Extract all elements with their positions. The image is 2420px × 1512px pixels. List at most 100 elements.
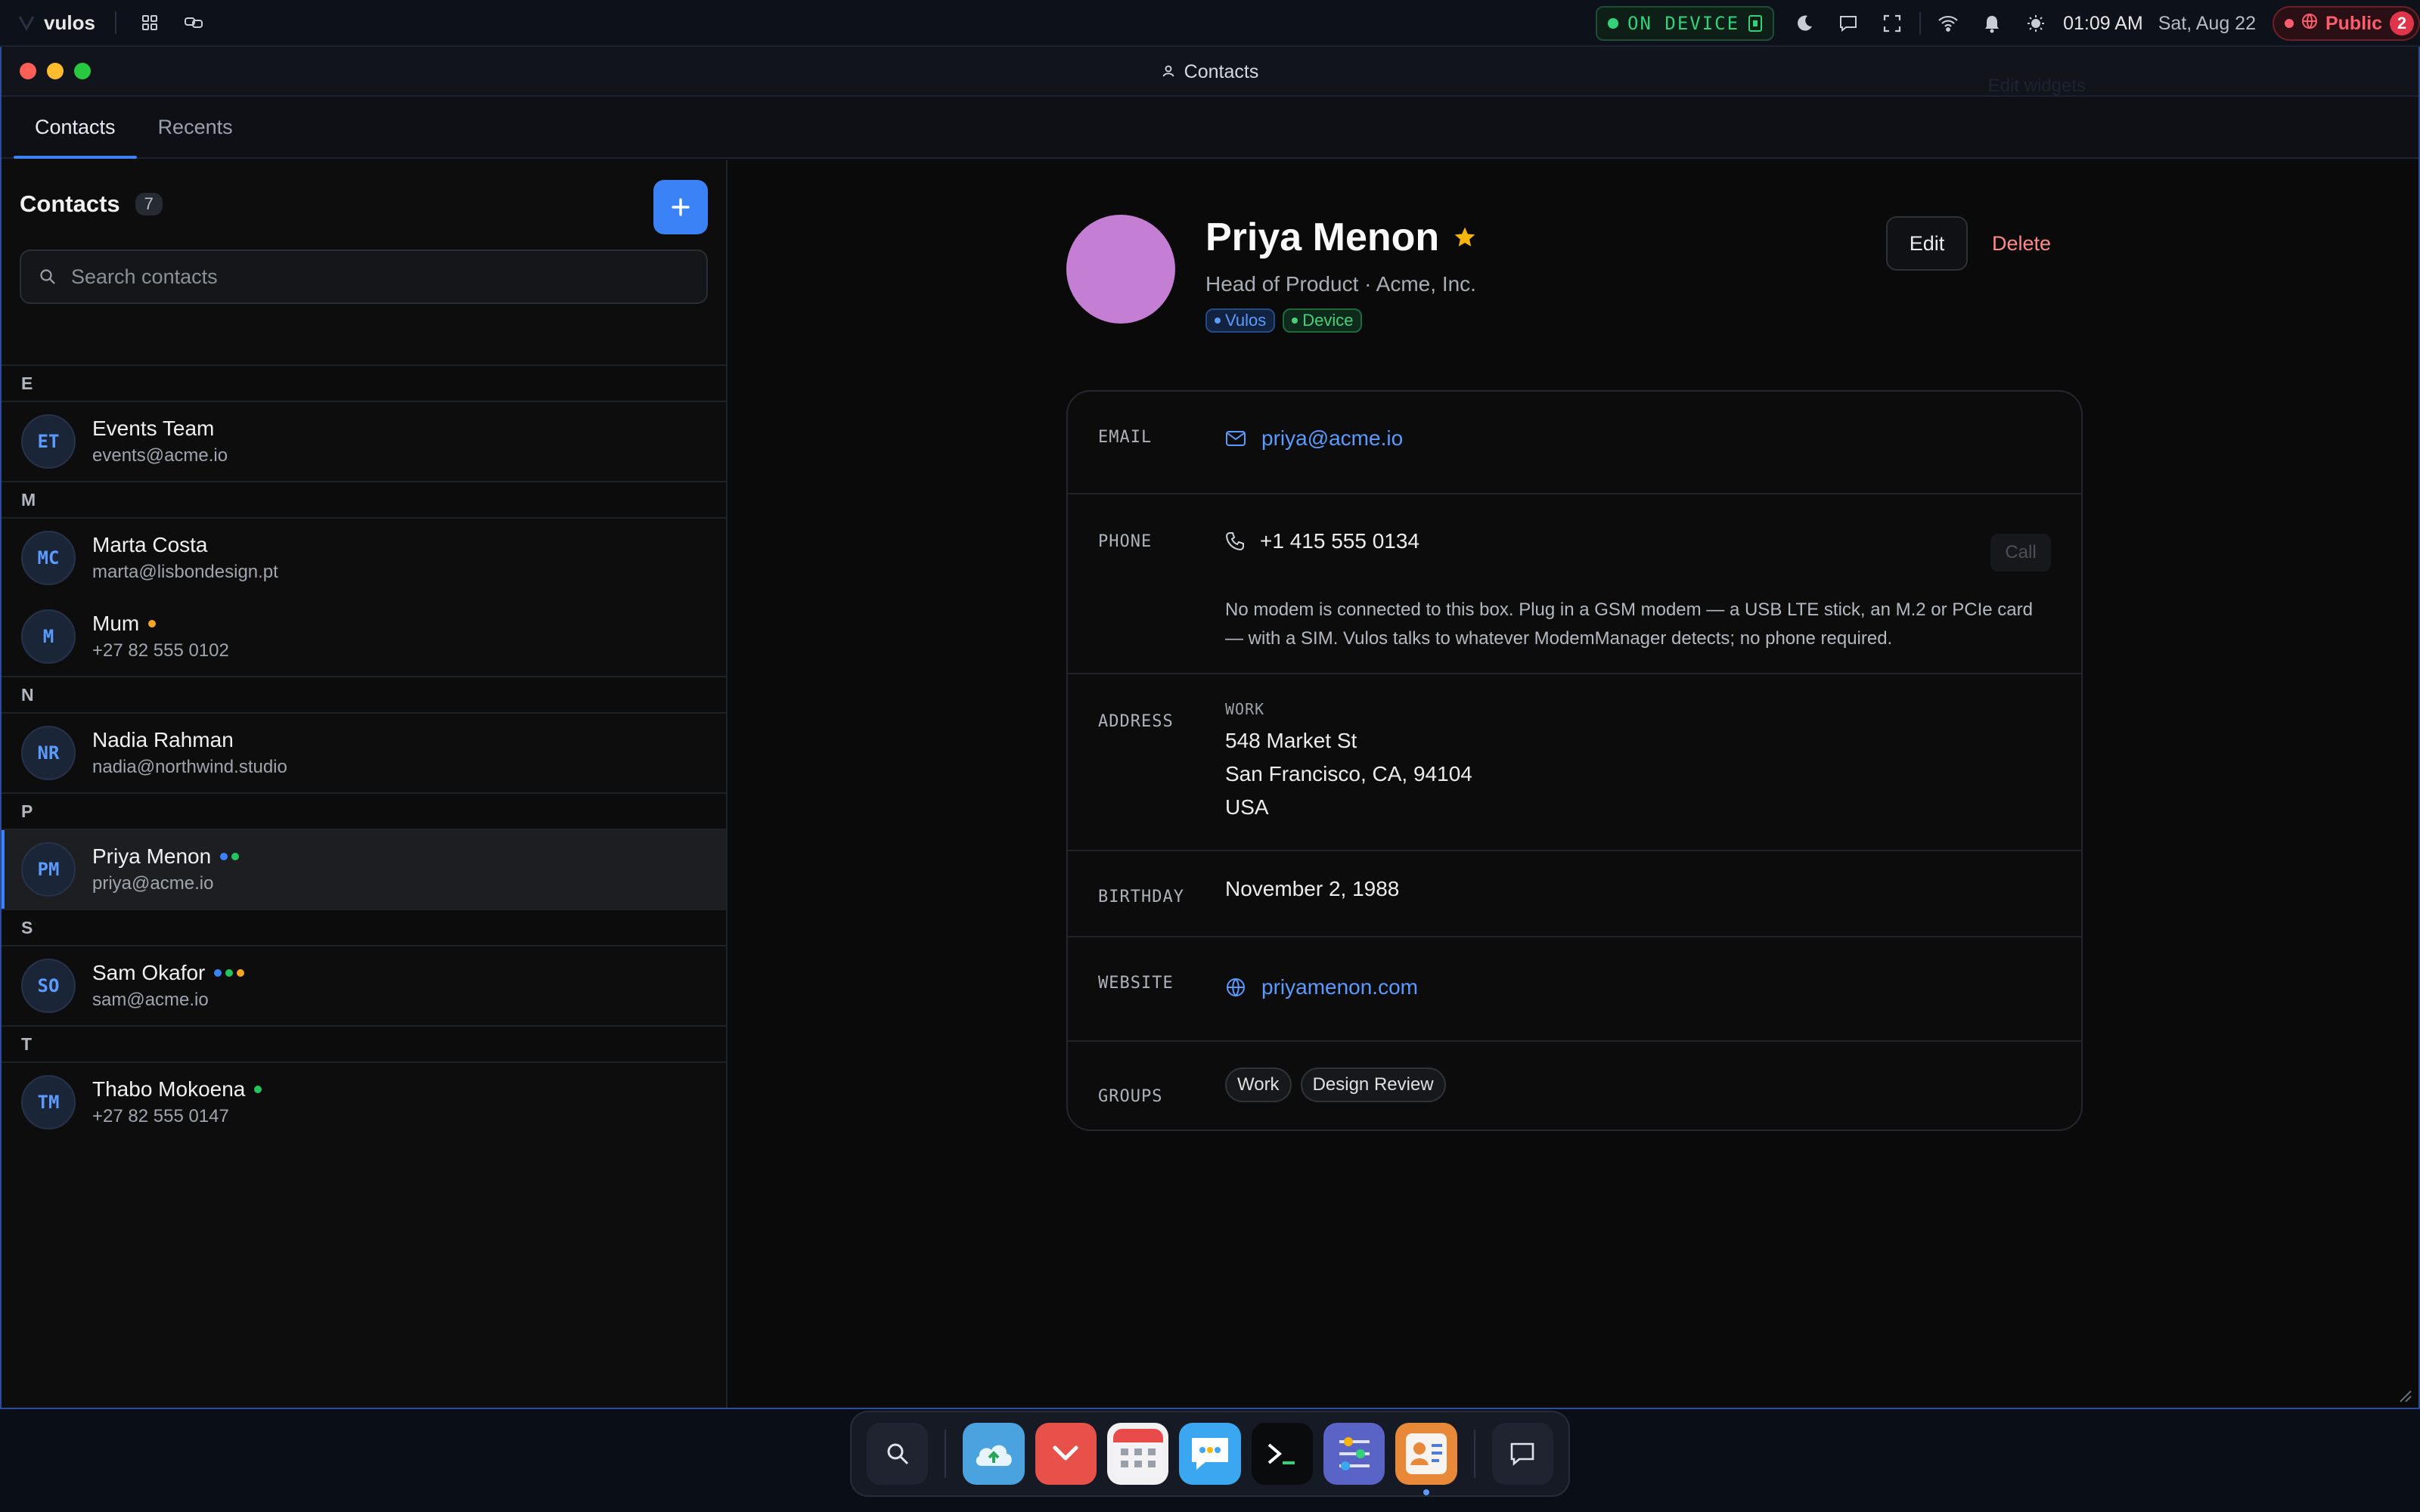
status-dot xyxy=(1608,18,1619,29)
contact-item-mum[interactable]: M Mum +27 82 555 0102 xyxy=(2,597,726,676)
tag-label: Device xyxy=(1302,311,1354,330)
dock-settings-sliders-icon[interactable] xyxy=(1323,1423,1385,1485)
contact-subtitle: nadia@northwind.studio xyxy=(92,757,287,777)
status-dot xyxy=(2284,19,2294,28)
add-contact-button[interactable] xyxy=(653,180,708,234)
section-header: M xyxy=(2,481,726,519)
address-line: 548 Market St xyxy=(1225,729,1357,752)
groups-row: GROUPS Work Design Review xyxy=(1068,1042,2081,1129)
clock-date[interactable]: Sat, Aug 22 xyxy=(2158,13,2256,35)
resize-handle-icon[interactable] xyxy=(2394,1385,2412,1403)
email-link[interactable]: priya@acme.io xyxy=(1261,426,1403,451)
contact-subtitle: events@acme.io xyxy=(92,445,228,466)
contact-info-card: EMAIL priya@acme.io PHONE +1 415 555 013… xyxy=(1066,390,2083,1131)
avatar: SO xyxy=(21,959,76,1013)
contacts-count-badge: 7 xyxy=(135,193,163,215)
tag-label: Vulos xyxy=(1225,311,1267,330)
search-input[interactable] xyxy=(71,265,676,289)
chip-icon xyxy=(1748,15,1763,32)
address-lines[interactable]: 548 Market St San Francisco, CA, 94104 U… xyxy=(1225,724,1472,824)
contacts-sidebar: Contacts 7 E ET Events Team events@acme.… xyxy=(2,160,728,1408)
dock-chat-icon[interactable] xyxy=(1491,1423,1554,1485)
wifi-icon[interactable] xyxy=(1934,10,1962,37)
section-header: P xyxy=(2,792,726,830)
globe-icon xyxy=(1227,978,1245,997)
address-row: ADDRESS WORK 548 Market St San Francisco… xyxy=(1068,674,2081,851)
mail-icon xyxy=(1226,431,1246,446)
source-dot xyxy=(148,620,157,627)
clock-time[interactable]: 01:09 AM xyxy=(2063,13,2143,35)
edit-widgets-link[interactable]: Edit widgets xyxy=(1988,76,2086,97)
favorite-star-icon[interactable] xyxy=(1453,225,1477,249)
contact-item-priya-menon[interactable]: PM Priya Menon priya@acme.io xyxy=(2,830,726,909)
tab-contacts[interactable]: Contacts xyxy=(14,97,137,159)
public-network-indicator[interactable]: Public 2 xyxy=(2272,6,2420,41)
maximize-window-button[interactable] xyxy=(74,63,91,79)
public-label: Public xyxy=(2325,12,2382,34)
minimize-window-button[interactable] xyxy=(47,63,64,79)
avatar: PM xyxy=(21,842,76,897)
field-label: BIRTHDAY xyxy=(1098,888,1184,906)
person-icon xyxy=(1162,61,1175,83)
call-button[interactable]: Call xyxy=(1990,534,2051,572)
brand-name[interactable]: vulos xyxy=(44,11,95,35)
on-device-indicator[interactable]: ON DEVICE xyxy=(1596,6,1775,41)
link-icon[interactable] xyxy=(180,9,207,36)
email-row: EMAIL priya@acme.io xyxy=(1068,392,2081,494)
edit-button[interactable]: Edit xyxy=(1886,216,1968,271)
divider xyxy=(114,11,116,34)
source-dots xyxy=(148,620,157,627)
address-line: San Francisco, CA, 94104 xyxy=(1225,762,1472,785)
moon-icon[interactable] xyxy=(1791,10,1818,37)
contact-full-name: Priya Menon xyxy=(1205,215,1440,259)
dock-calendar-icon[interactable] xyxy=(1107,1423,1169,1485)
group-chip-design-review[interactable]: Design Review xyxy=(1300,1067,1446,1102)
contact-item-events-team[interactable]: ET Events Team events@acme.io xyxy=(2,402,726,481)
contacts-window: Contacts Edit widgets Contacts Recents C… xyxy=(0,47,2420,1409)
dock-search-icon[interactable] xyxy=(867,1423,929,1485)
dock-contacts-icon[interactable] xyxy=(1395,1423,1457,1495)
search-icon xyxy=(40,269,55,284)
source-dots xyxy=(254,1086,262,1093)
fullscreen-icon[interactable] xyxy=(1879,10,1906,37)
contact-item-sam-okafor[interactable]: SO Sam Okafor sam@acme.io xyxy=(2,947,726,1025)
delete-button[interactable]: Delete xyxy=(1992,216,2051,271)
address-line: USA xyxy=(1225,795,1269,819)
bell-icon[interactable] xyxy=(1978,10,2006,37)
dock-cloud-upload-icon[interactable] xyxy=(963,1423,1025,1485)
globe-icon xyxy=(2301,13,2318,35)
app-grid-icon[interactable] xyxy=(136,9,163,36)
dock-pocket-icon[interactable] xyxy=(1035,1423,1097,1485)
contact-name: Marta Costa xyxy=(92,533,208,556)
search-field[interactable] xyxy=(20,249,708,304)
contact-item-thabo-mokoena[interactable]: TM Thabo Mokoena +27 82 555 0147 xyxy=(2,1063,726,1142)
contact-name: Mum xyxy=(92,612,140,635)
contact-detail-pane: Priya Menon Head of Product · Acme, Inc.… xyxy=(728,160,2418,1408)
contact-item-marta-costa[interactable]: MC Marta Costa marta@lisbondesign.pt xyxy=(2,519,726,597)
contact-subtitle: +27 82 555 0147 xyxy=(92,1106,229,1126)
dock-messages-icon[interactable] xyxy=(1179,1423,1241,1485)
section-header: E xyxy=(2,364,726,402)
modem-notice: No modem is connected to this box. Plug … xyxy=(1225,600,2033,649)
contact-name: Thabo Mokoena xyxy=(92,1077,246,1101)
source-dot xyxy=(231,853,240,860)
brightness-icon[interactable] xyxy=(2022,10,2049,37)
source-tag-vulos: Vulos xyxy=(1205,308,1276,333)
vulos-logo-icon[interactable] xyxy=(17,13,36,33)
website-link[interactable]: priyamenon.com xyxy=(1261,975,1418,999)
group-chip-work[interactable]: Work xyxy=(1225,1067,1292,1102)
close-window-button[interactable] xyxy=(20,63,36,79)
phone-icon xyxy=(1225,532,1244,551)
section-header: N xyxy=(2,676,726,714)
field-label: EMAIL xyxy=(1098,428,1153,447)
source-dot xyxy=(214,969,222,977)
contact-item-nadia-rahman[interactable]: NR Nadia Rahman nadia@northwind.studio xyxy=(2,714,726,792)
source-dots xyxy=(220,853,240,860)
tab-recents[interactable]: Recents xyxy=(137,97,254,157)
window-titlebar[interactable]: Contacts Edit widgets xyxy=(2,47,2418,97)
phone-number[interactable]: +1 415 555 0134 xyxy=(1260,529,1419,553)
dock-terminal-icon[interactable] xyxy=(1251,1423,1314,1485)
divider xyxy=(1919,12,1922,35)
source-tag-device: Device xyxy=(1283,308,1363,333)
chat-bubble-icon[interactable] xyxy=(1835,10,1862,37)
